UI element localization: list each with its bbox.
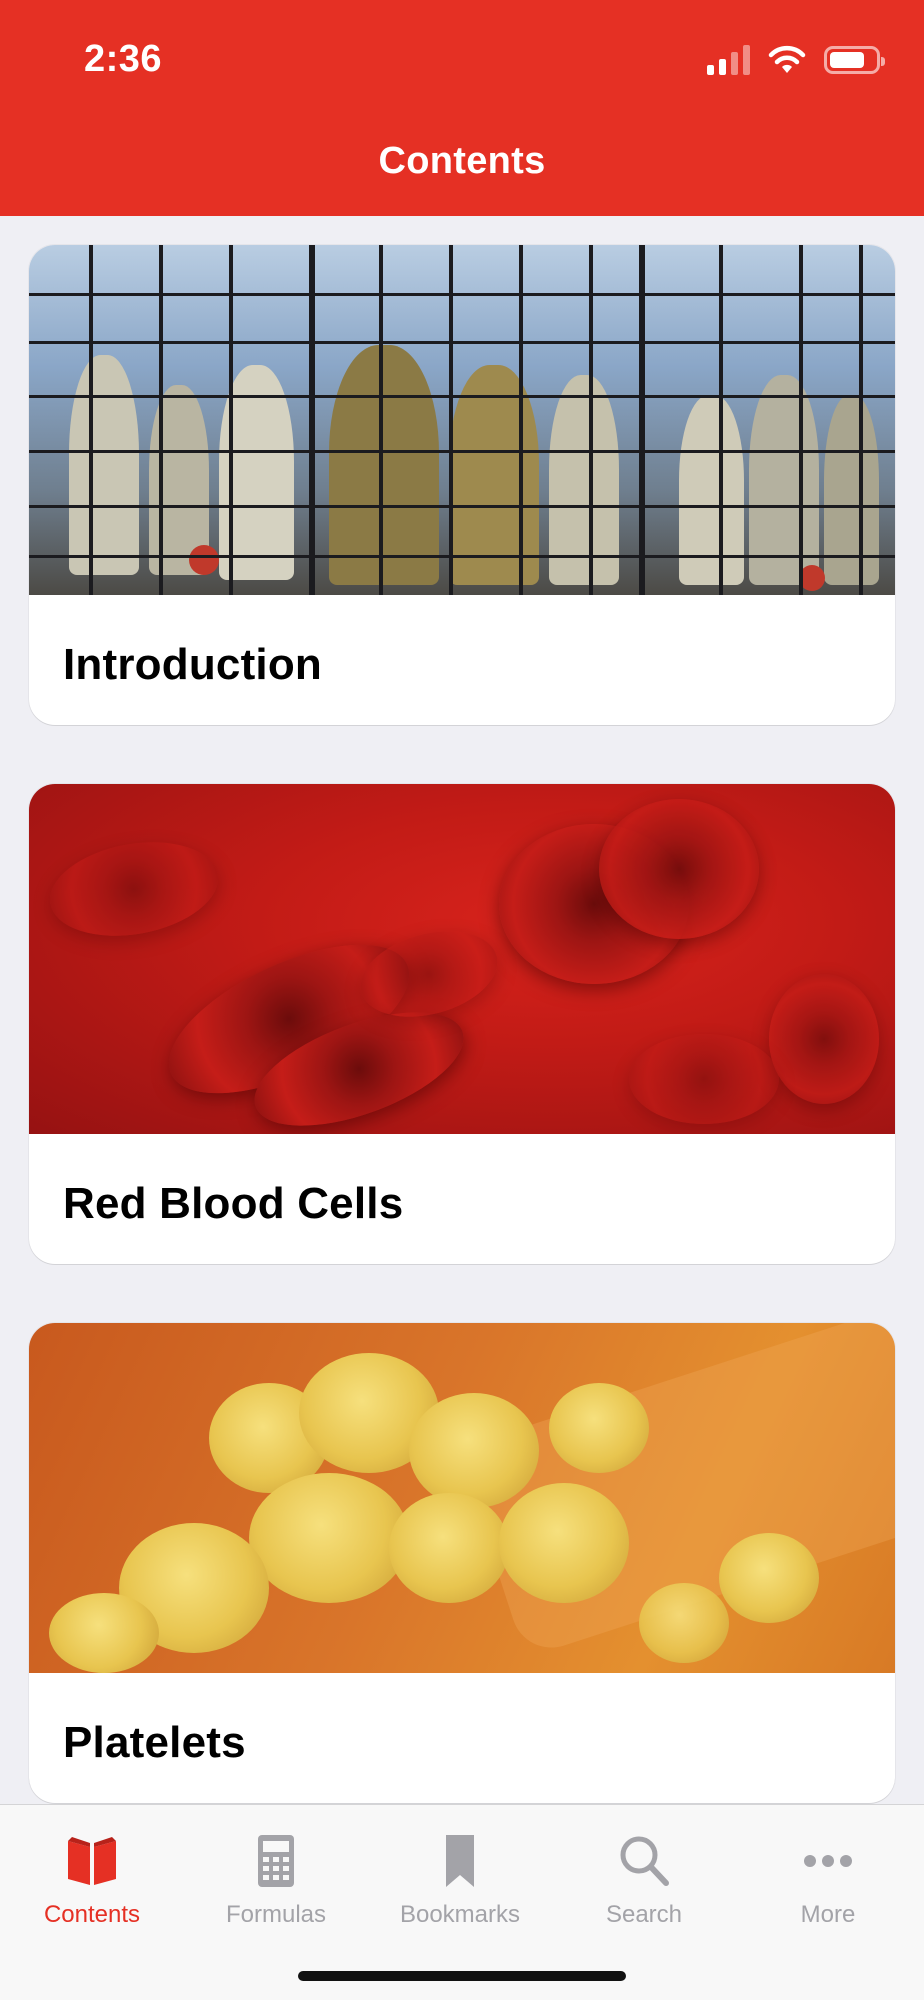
tab-label: More — [800, 1901, 856, 1928]
contents-screen: 2:36 Contents Introduction Red Blood Cel… — [0, 0, 924, 2000]
bookmark-icon — [446, 1835, 474, 1887]
tab-label: Formulas — [225, 1901, 327, 1928]
tab-formulas[interactable]: Formulas — [184, 1817, 368, 1929]
home-indicator — [298, 1971, 626, 1981]
tab-bookmarks[interactable]: Bookmarks — [368, 1817, 552, 1929]
status-time: 2:36 — [84, 38, 163, 80]
tab-label: Contents — [43, 1901, 141, 1928]
contents-list[interactable]: Introduction Red Blood Cells Platelets — [0, 216, 924, 1804]
status-icons — [707, 42, 885, 78]
navigation-header: 2:36 Contents — [0, 0, 924, 216]
wifi-icon — [768, 45, 806, 73]
card-title: Platelets — [63, 1718, 246, 1767]
tab-more[interactable]: More — [736, 1817, 920, 1929]
book-icon — [68, 1837, 116, 1885]
contents-card-introduction[interactable]: Introduction — [29, 245, 895, 725]
platelets-image — [29, 1323, 895, 1673]
card-title: Red Blood Cells — [63, 1179, 404, 1228]
contents-card-red-blood-cells[interactable]: Red Blood Cells — [29, 784, 895, 1264]
tab-label: Search — [605, 1901, 683, 1928]
tab-contents[interactable]: Contents — [0, 1817, 184, 1929]
search-icon — [620, 1836, 669, 1886]
tab-label: Bookmarks — [399, 1901, 521, 1928]
tab-search[interactable]: Search — [552, 1817, 736, 1929]
cellular-signal-icon — [707, 45, 750, 75]
more-icon — [804, 1855, 852, 1867]
card-title: Introduction — [63, 640, 323, 689]
page-title: Contents — [378, 140, 546, 182]
contents-card-platelets[interactable]: Platelets — [29, 1323, 895, 1803]
stained-glass-image — [29, 245, 895, 595]
battery-icon — [824, 46, 885, 74]
tab-bar: Contents Formulas Bookmarks Search More — [0, 1804, 924, 2000]
calculator-icon — [258, 1835, 294, 1887]
red-blood-cells-image — [29, 784, 895, 1134]
